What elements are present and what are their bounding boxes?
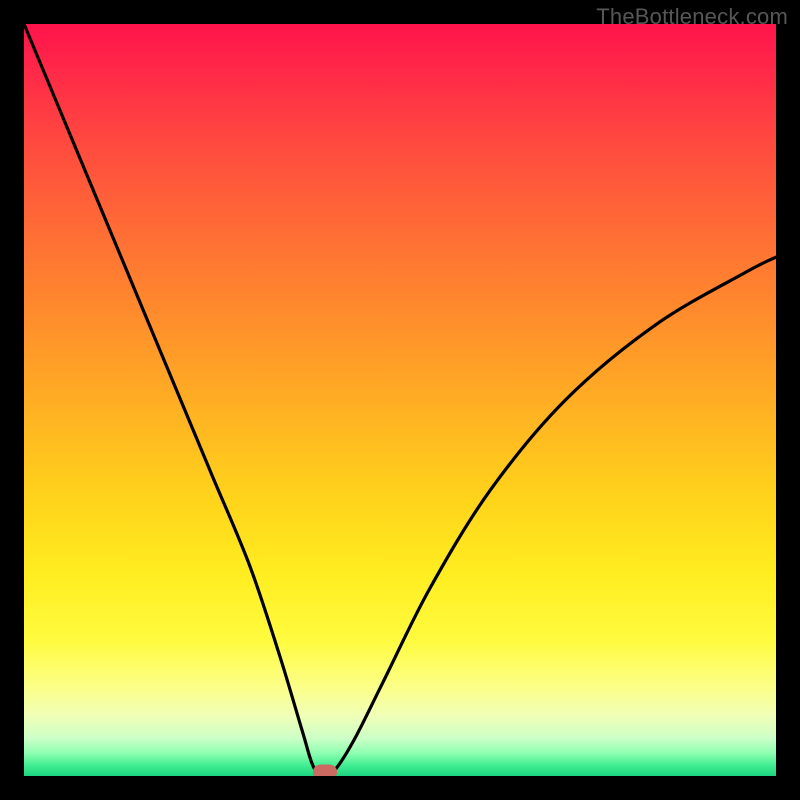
plot-area [24,24,776,776]
chart-frame: TheBottleneck.com [0,0,800,800]
watermark-text: TheBottleneck.com [596,4,788,30]
bottleneck-curve [24,24,776,776]
min-bottleneck-marker [313,765,337,776]
